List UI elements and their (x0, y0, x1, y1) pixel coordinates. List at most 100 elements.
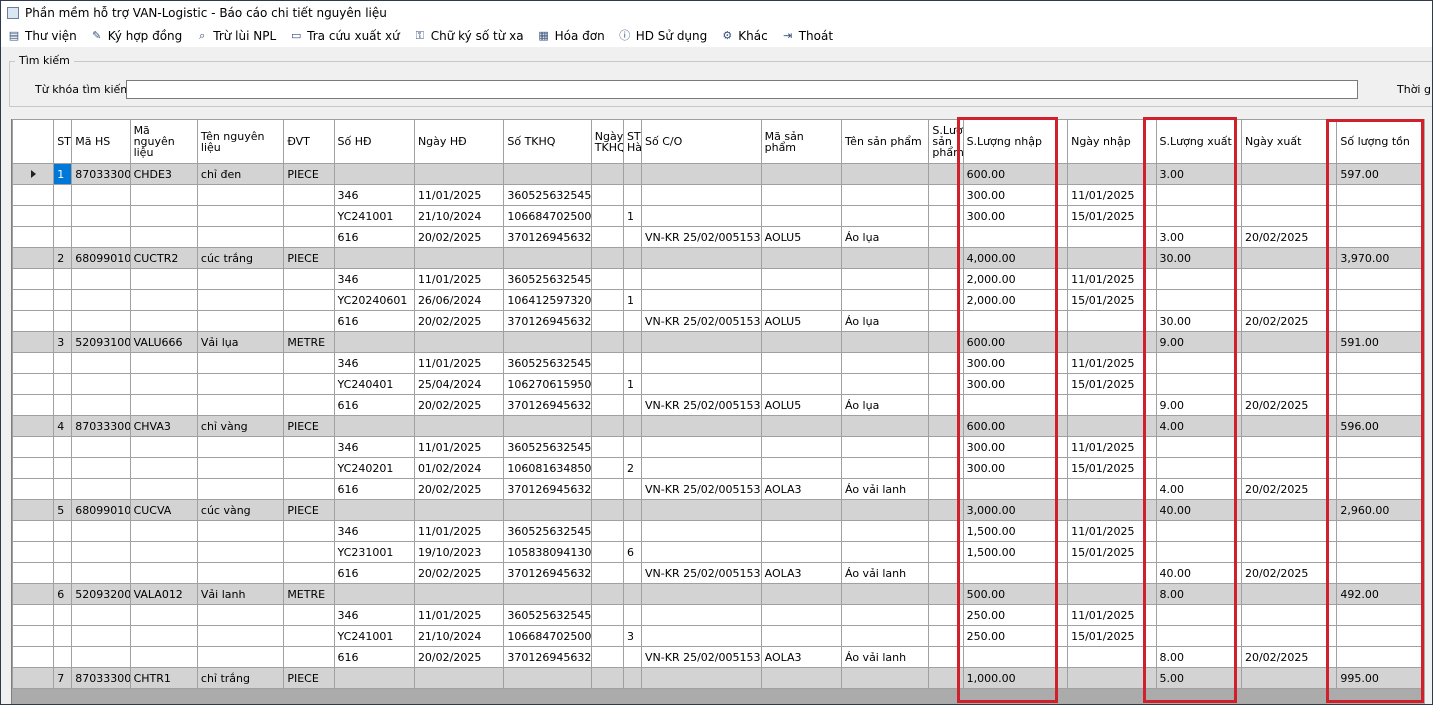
cell-sl-san-pham[interactable] (928, 499, 964, 521)
cell-so-co[interactable]: VN-KR 25/02/005153 (641, 394, 762, 416)
cell-sl-san-pham[interactable] (928, 373, 964, 395)
cell-st[interactable] (53, 184, 73, 206)
detail-row[interactable]: 616 20/02/2025 370126945632 VN-KR 25/02/005… (12, 310, 1423, 332)
cell-sl-san-pham[interactable] (928, 541, 964, 563)
cell-ma-san-pham[interactable] (760, 289, 843, 311)
cell-ma-nguyen-lieu[interactable] (129, 394, 198, 416)
cell-ngay-hd[interactable]: 11/01/2025 (413, 604, 505, 626)
cell-st-ha[interactable]: 1 (622, 373, 643, 395)
cell-st[interactable] (53, 604, 73, 626)
cell-ngay-xuat[interactable] (1240, 415, 1338, 437)
cell-ma-hs[interactable] (71, 625, 131, 647)
cell-ma-hs[interactable] (71, 478, 131, 500)
cell-sl-xuat[interactable] (1155, 520, 1242, 542)
cell-ngay-hd[interactable] (413, 331, 505, 353)
cell-so-hd[interactable]: YC240401 (333, 373, 415, 395)
row-header[interactable] (12, 373, 55, 395)
cell-so-co[interactable] (641, 184, 762, 206)
cell-ngay-nhap[interactable]: 15/01/2025 (1067, 205, 1157, 227)
cell-sl-san-pham[interactable] (928, 226, 964, 248)
cell-ma-hs[interactable]: 68099010 (71, 247, 131, 269)
cell-dvt[interactable] (283, 226, 335, 248)
detail-row[interactable]: 616 20/02/2025 370126945632 VN-KR 25/02/005… (12, 478, 1423, 500)
cell-ngay-tkhq[interactable] (590, 163, 624, 185)
cell-ma-hs[interactable] (71, 436, 131, 458)
cell-ten-nguyen-lieu[interactable] (196, 562, 285, 584)
cell-ten-san-pham[interactable] (840, 184, 930, 206)
cell-ngay-hd[interactable]: 21/10/2024 (413, 625, 505, 647)
row-header[interactable] (12, 520, 55, 542)
cell-dvt[interactable] (283, 520, 335, 542)
cell-so-hd[interactable]: 616 (333, 562, 415, 584)
cell-ngay-xuat[interactable] (1240, 499, 1338, 521)
group-row[interactable]: 2 68099010 CUCTR2 cúc trắng PIECE 4,000.00 30.… (12, 247, 1423, 269)
cell-ngay-hd[interactable]: 19/10/2023 (413, 541, 505, 563)
cell-ngay-xuat[interactable]: 20/02/2025 (1240, 394, 1338, 416)
cell-dvt[interactable] (283, 373, 335, 395)
cell-ten-san-pham[interactable]: Áo vải lanh (840, 646, 930, 668)
cell-sl-nhap[interactable]: 600.00 (962, 415, 1069, 437)
cell-ngay-tkhq[interactable] (590, 226, 624, 248)
cell-ma-nguyen-lieu[interactable] (129, 205, 198, 227)
cell-sl-xuat[interactable]: 5.00 (1155, 667, 1242, 689)
cell-ngay-tkhq[interactable] (590, 583, 624, 605)
cell-so-tkhq[interactable]: 106684702500 (503, 205, 592, 227)
cell-ten-nguyen-lieu[interactable] (196, 646, 285, 668)
cell-ten-san-pham[interactable]: Áo lụa (840, 226, 930, 248)
row-header[interactable] (12, 436, 55, 458)
cell-so-hd[interactable]: 346 (333, 436, 415, 458)
cell-sl-nhap[interactable]: 300.00 (962, 457, 1069, 479)
cell-dvt[interactable] (283, 184, 335, 206)
cell-st[interactable]: 5 (53, 499, 73, 521)
cell-ngay-nhap[interactable] (1067, 415, 1157, 437)
cell-ma-san-pham[interactable]: AOLA3 (760, 562, 843, 584)
cell-dvt[interactable]: PIECE (283, 499, 335, 521)
report-grid[interactable]: ST Mã HS Mã nguyên liệu Tên nguyên liệu ĐVT S… (11, 119, 1425, 704)
cell-ma-nguyen-lieu[interactable] (129, 604, 198, 626)
column-header-so-co[interactable]: Số C/O (641, 119, 762, 164)
column-header-ten-nguyen-lieu[interactable]: Tên nguyên liệu (196, 119, 285, 164)
cell-sl-xuat[interactable]: 40.00 (1155, 562, 1242, 584)
cell-ma-hs[interactable] (71, 310, 131, 332)
cell-ten-san-pham[interactable] (840, 163, 930, 185)
cell-st[interactable] (53, 541, 73, 563)
row-header[interactable] (12, 310, 55, 332)
cell-sl-xuat[interactable] (1155, 436, 1242, 458)
cell-ngay-tkhq[interactable] (590, 520, 624, 542)
cell-so-luong-ton[interactable] (1336, 478, 1423, 500)
row-header[interactable] (12, 625, 55, 647)
cell-ngay-tkhq[interactable] (590, 562, 624, 584)
detail-row[interactable]: 346 11/01/2025 360525632545 250.00 11/01/202… (12, 604, 1423, 626)
cell-so-co[interactable] (641, 373, 762, 395)
cell-ngay-hd[interactable]: 11/01/2025 (413, 436, 505, 458)
cell-ngay-nhap[interactable]: 15/01/2025 (1067, 373, 1157, 395)
cell-ngay-tkhq[interactable] (590, 247, 624, 269)
row-header[interactable] (12, 541, 55, 563)
row-header[interactable] (12, 352, 55, 374)
cell-ma-san-pham[interactable] (760, 268, 843, 290)
cell-ten-san-pham[interactable] (840, 205, 930, 227)
detail-row[interactable]: YC20240601 26/06/2024 106412597320 1 2,000.0… (12, 289, 1423, 311)
cell-ten-nguyen-lieu[interactable] (196, 205, 285, 227)
cell-ma-nguyen-lieu[interactable] (129, 625, 198, 647)
cell-so-hd[interactable]: 346 (333, 352, 415, 374)
cell-so-co[interactable] (641, 625, 762, 647)
cell-ngay-nhap[interactable]: 15/01/2025 (1067, 625, 1157, 647)
cell-so-hd[interactable] (333, 247, 415, 269)
cell-ngay-hd[interactable]: 11/01/2025 (413, 184, 505, 206)
cell-so-tkhq[interactable]: 360525632545 (503, 520, 592, 542)
cell-sl-san-pham[interactable] (928, 520, 964, 542)
cell-ten-nguyen-lieu[interactable] (196, 184, 285, 206)
column-header-sl-xuat[interactable]: S.Lượng xuất (1155, 119, 1242, 164)
cell-ten-san-pham[interactable] (840, 373, 930, 395)
cell-ma-san-pham[interactable]: AOLU5 (760, 310, 843, 332)
cell-so-luong-ton[interactable] (1336, 604, 1423, 626)
cell-ngay-nhap[interactable] (1067, 226, 1157, 248)
cell-so-luong-ton[interactable] (1336, 541, 1423, 563)
cell-ngay-nhap[interactable] (1067, 310, 1157, 332)
cell-ngay-nhap[interactable]: 11/01/2025 (1067, 520, 1157, 542)
cell-ma-hs[interactable] (71, 541, 131, 563)
cell-ngay-hd[interactable]: 20/02/2025 (413, 226, 505, 248)
cell-sl-san-pham[interactable] (928, 604, 964, 626)
cell-ten-san-pham[interactable] (840, 415, 930, 437)
